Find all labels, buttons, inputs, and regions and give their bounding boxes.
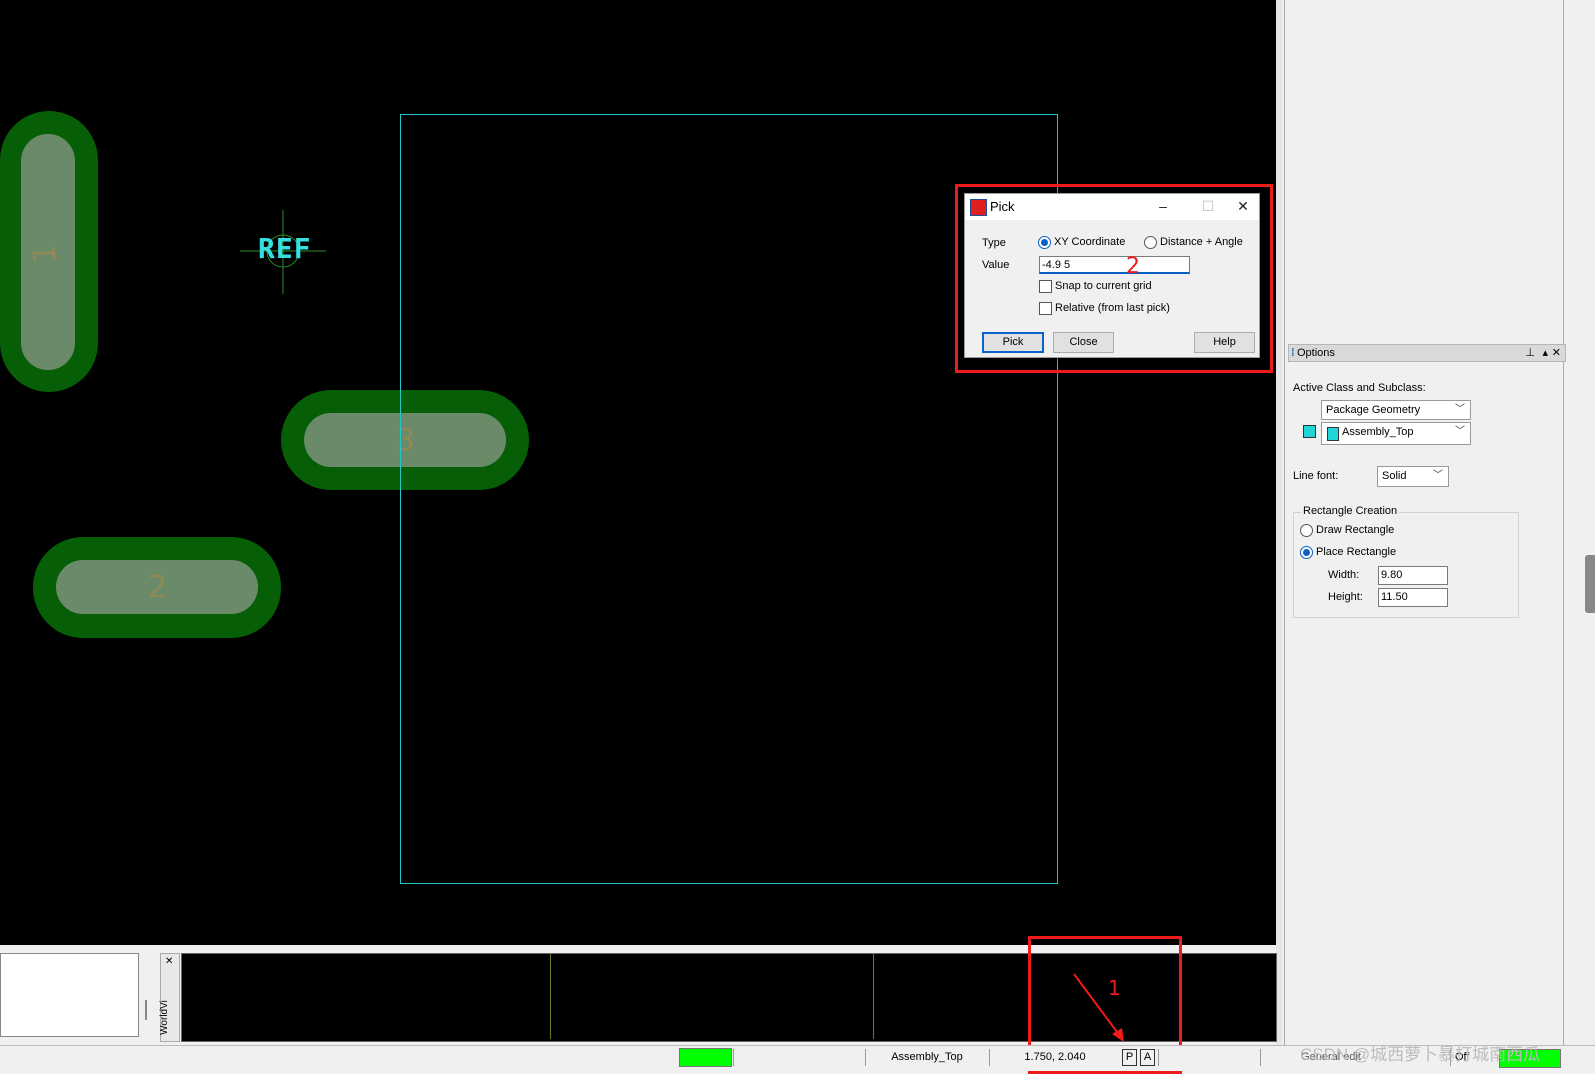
status-divider — [733, 1049, 864, 1066]
side-scroll-tab[interactable] — [1585, 555, 1595, 613]
p-toggle-button[interactable]: P — [1122, 1049, 1137, 1066]
command-scrollbar[interactable] — [145, 1000, 147, 1020]
worldview-title: WorldVi — [158, 1000, 170, 1035]
a-toggle-button[interactable]: A — [1140, 1049, 1155, 1066]
pin-icon[interactable]: ⊥ — [1525, 345, 1535, 361]
worldview-tab[interactable]: ✕ WorldVi — [158, 953, 180, 1042]
close-panel-icon[interactable]: ✕ — [1552, 345, 1561, 361]
design-canvas[interactable]: 1 3 2 REF — [0, 0, 1276, 945]
options-panel-title[interactable]: ⁞ Options ⊥ ▴ ✕ — [1288, 344, 1566, 362]
chevron-down-icon: ﹀ — [1433, 470, 1443, 481]
line-font-label: Line font: — [1293, 470, 1339, 482]
highlight-box-dialog — [955, 184, 1273, 373]
options-grip-icon: ⁞ — [1291, 347, 1295, 359]
pad-1-number: 1 — [28, 243, 64, 264]
status-bar: Assembly_Top 1.750, 2.040 P A General ed… — [0, 1045, 1595, 1071]
chevron-down-icon: ﹀ — [1455, 404, 1465, 415]
height-label: Height: — [1328, 591, 1363, 603]
place-rectangle-label[interactable]: Place Rectangle — [1316, 546, 1396, 558]
class-dropdown-value: Package Geometry — [1326, 404, 1421, 416]
rectangle-creation-label: Rectangle Creation — [1301, 505, 1400, 517]
annotation-label-2: 2 — [1126, 254, 1140, 279]
status-coordinates: 1.750, 2.040 — [989, 1049, 1120, 1066]
panel-divider-line-right — [1563, 0, 1564, 1045]
pad-2-number: 2 — [148, 570, 168, 605]
line-font-dropdown[interactable]: Solid ﹀ — [1377, 466, 1449, 487]
draw-rectangle-radio[interactable] — [1300, 524, 1313, 537]
worldview-close-icon[interactable]: ✕ — [165, 956, 173, 967]
watermark-text: CSDN @城西萝卜暴打城南西瓜 — [1300, 1045, 1541, 1064]
chevron-down-icon: ﹀ — [1455, 426, 1465, 437]
height-input[interactable]: 11.50 — [1378, 588, 1448, 607]
width-input[interactable]: 9.80 — [1378, 566, 1448, 585]
subclass-dropdown[interactable]: Assembly_Top ﹀ — [1321, 422, 1471, 445]
place-rectangle-radio[interactable] — [1300, 546, 1313, 559]
width-label: Width: — [1328, 569, 1360, 581]
panel-divider[interactable] — [1276, 0, 1282, 1045]
panel-divider-line — [1284, 0, 1285, 1045]
ref-designator[interactable]: REF — [258, 232, 312, 265]
worldview-gridline — [873, 954, 874, 1039]
subclass-color-swatch[interactable] — [1303, 425, 1316, 438]
collapse-icon[interactable]: ▴ — [1542, 345, 1548, 361]
draw-rectangle-label[interactable]: Draw Rectangle — [1316, 524, 1394, 536]
subclass-dropdown-value: Assembly_Top — [1342, 426, 1414, 438]
options-title-text: Options — [1297, 347, 1335, 359]
line-font-value: Solid — [1382, 470, 1407, 482]
class-dropdown[interactable]: Package Geometry ﹀ — [1321, 400, 1471, 420]
command-window[interactable] — [0, 953, 139, 1037]
subclass-color-icon — [1327, 427, 1339, 441]
active-class-label: Active Class and Subclass: — [1293, 382, 1426, 394]
worldview-gridline — [550, 954, 551, 1039]
status-active-subclass: Assembly_Top — [865, 1049, 988, 1066]
annotation-arrow — [1073, 973, 1124, 1042]
activity-indicator — [679, 1048, 732, 1067]
status-divider — [1158, 1049, 1259, 1066]
